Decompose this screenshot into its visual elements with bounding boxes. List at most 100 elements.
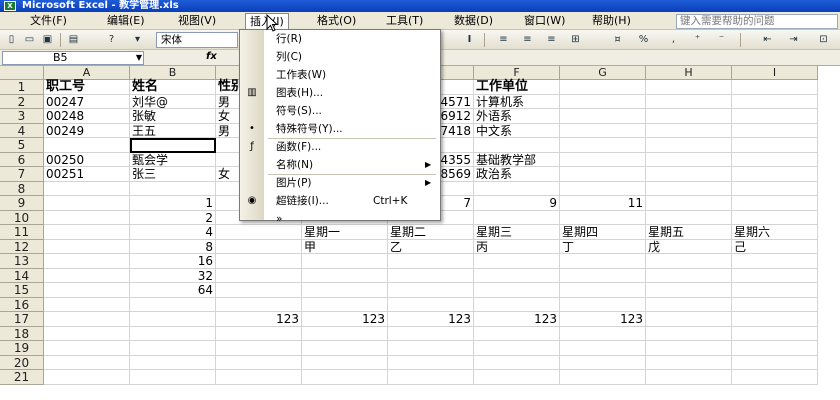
cell-F19[interactable]: [474, 341, 560, 356]
cell-G21[interactable]: [560, 370, 646, 385]
cell-H2[interactable]: [646, 94, 732, 109]
cell-B15[interactable]: 64: [130, 283, 216, 298]
cell-G15[interactable]: [560, 283, 646, 298]
cell-A3[interactable]: 00248: [44, 109, 130, 124]
cell-C12[interactable]: [216, 239, 302, 254]
cell-F12[interactable]: 丙: [474, 239, 560, 254]
percent-icon[interactable]: %: [636, 33, 651, 47]
row-header-19[interactable]: 19: [0, 341, 44, 356]
fx-icon[interactable]: fx: [206, 51, 217, 62]
insert-menu-item-7[interactable]: 名称(N) ▶: [240, 156, 440, 174]
cell-G5[interactable]: [560, 138, 646, 153]
font-name-select[interactable]: 宋体: [156, 32, 238, 48]
row-header-2[interactable]: 2: [0, 94, 44, 109]
cell-F7[interactable]: 政治系: [474, 167, 560, 182]
cell-I16[interactable]: [732, 297, 818, 312]
cell-F3[interactable]: 外语系: [474, 109, 560, 124]
cell-D17[interactable]: 123: [302, 312, 388, 327]
cell-D14[interactable]: [302, 268, 388, 283]
cell-H1[interactable]: [646, 80, 732, 95]
cell-B18[interactable]: [130, 326, 216, 341]
cell-F17[interactable]: 123: [474, 312, 560, 327]
cell-F18[interactable]: [474, 326, 560, 341]
cell-I1[interactable]: [732, 80, 818, 95]
cell-I18[interactable]: [732, 326, 818, 341]
cell-E15[interactable]: [388, 283, 474, 298]
cell-H4[interactable]: [646, 123, 732, 138]
cell-I7[interactable]: [732, 167, 818, 182]
cell-I3[interactable]: [732, 109, 818, 124]
cell-I9[interactable]: [732, 196, 818, 211]
cell-C16[interactable]: [216, 297, 302, 312]
cell-B1[interactable]: 姓名: [130, 80, 216, 95]
cell-G8[interactable]: [560, 181, 646, 196]
cell-C19[interactable]: [216, 341, 302, 356]
insert-menu-item-1[interactable]: 列(C): [240, 48, 440, 66]
cell-B8[interactable]: [130, 181, 216, 196]
row-header-3[interactable]: 3: [0, 109, 44, 124]
cell-H9[interactable]: [646, 196, 732, 211]
cell-G19[interactable]: [560, 341, 646, 356]
cell-C17[interactable]: 123: [216, 312, 302, 327]
cell-H16[interactable]: [646, 297, 732, 312]
cell-E21[interactable]: [388, 370, 474, 385]
increase-indent-icon[interactable]: ⇥: [786, 33, 801, 47]
cell-F14[interactable]: [474, 268, 560, 283]
cell-E13[interactable]: [388, 254, 474, 269]
cell-I5[interactable]: [732, 138, 818, 153]
cell-B2[interactable]: 刘华@: [130, 94, 216, 109]
cell-C18[interactable]: [216, 326, 302, 341]
cell-A21[interactable]: [44, 370, 130, 385]
row-header-14[interactable]: 14: [0, 268, 44, 283]
cell-A6[interactable]: 00250: [44, 152, 130, 167]
cell-I10[interactable]: [732, 210, 818, 225]
cell-D18[interactable]: [302, 326, 388, 341]
row-header-13[interactable]: 13: [0, 254, 44, 269]
cell-G11[interactable]: 星期四: [560, 225, 646, 240]
print-icon[interactable]: ▤: [66, 33, 81, 47]
open-folder-icon[interactable]: ▭: [22, 33, 37, 47]
cell-F10[interactable]: [474, 210, 560, 225]
help-search-input[interactable]: 键入需要帮助的问题: [676, 14, 838, 29]
row-header-5[interactable]: 5: [0, 138, 44, 153]
cell-D16[interactable]: [302, 297, 388, 312]
align-center-icon[interactable]: ≡: [520, 33, 535, 47]
column-header-I[interactable]: I: [732, 66, 818, 80]
cell-B7[interactable]: 张三: [130, 167, 216, 182]
align-left-icon[interactable]: ≡: [496, 33, 511, 47]
cell-B17[interactable]: [130, 312, 216, 327]
menu-item-6[interactable]: 数据(D): [450, 13, 497, 29]
cell-F21[interactable]: [474, 370, 560, 385]
cell-G14[interactable]: [560, 268, 646, 283]
cell-E17[interactable]: 123: [388, 312, 474, 327]
cell-F16[interactable]: [474, 297, 560, 312]
cell-I15[interactable]: [732, 283, 818, 298]
row-header-4[interactable]: 4: [0, 123, 44, 138]
cell-E18[interactable]: [388, 326, 474, 341]
cell-C14[interactable]: [216, 268, 302, 283]
menu-item-4[interactable]: 格式(O): [313, 13, 360, 29]
help-icon[interactable]: ?: [104, 33, 119, 47]
column-header-B[interactable]: B: [130, 66, 216, 80]
row-header-6[interactable]: 6: [0, 152, 44, 167]
column-header-G[interactable]: G: [560, 66, 646, 80]
cell-B3[interactable]: 张敏: [130, 109, 216, 124]
cell-C21[interactable]: [216, 370, 302, 385]
cell-H6[interactable]: [646, 152, 732, 167]
cell-I14[interactable]: [732, 268, 818, 283]
cell-A19[interactable]: [44, 341, 130, 356]
cell-B4[interactable]: 王五: [130, 123, 216, 138]
name-box[interactable]: B5 ▼: [2, 51, 144, 65]
cell-B9[interactable]: 1: [130, 196, 216, 211]
insert-menu-item-2[interactable]: 工作表(W): [240, 66, 440, 84]
cell-A15[interactable]: [44, 283, 130, 298]
row-header-10[interactable]: 10: [0, 210, 44, 225]
cell-G7[interactable]: [560, 167, 646, 182]
cell-G4[interactable]: [560, 123, 646, 138]
row-header-8[interactable]: 8: [0, 181, 44, 196]
cell-I6[interactable]: [732, 152, 818, 167]
cell-A2[interactable]: 00247: [44, 94, 130, 109]
cell-F1[interactable]: 工作单位: [474, 80, 560, 95]
cell-D20[interactable]: [302, 355, 388, 370]
cell-H21[interactable]: [646, 370, 732, 385]
